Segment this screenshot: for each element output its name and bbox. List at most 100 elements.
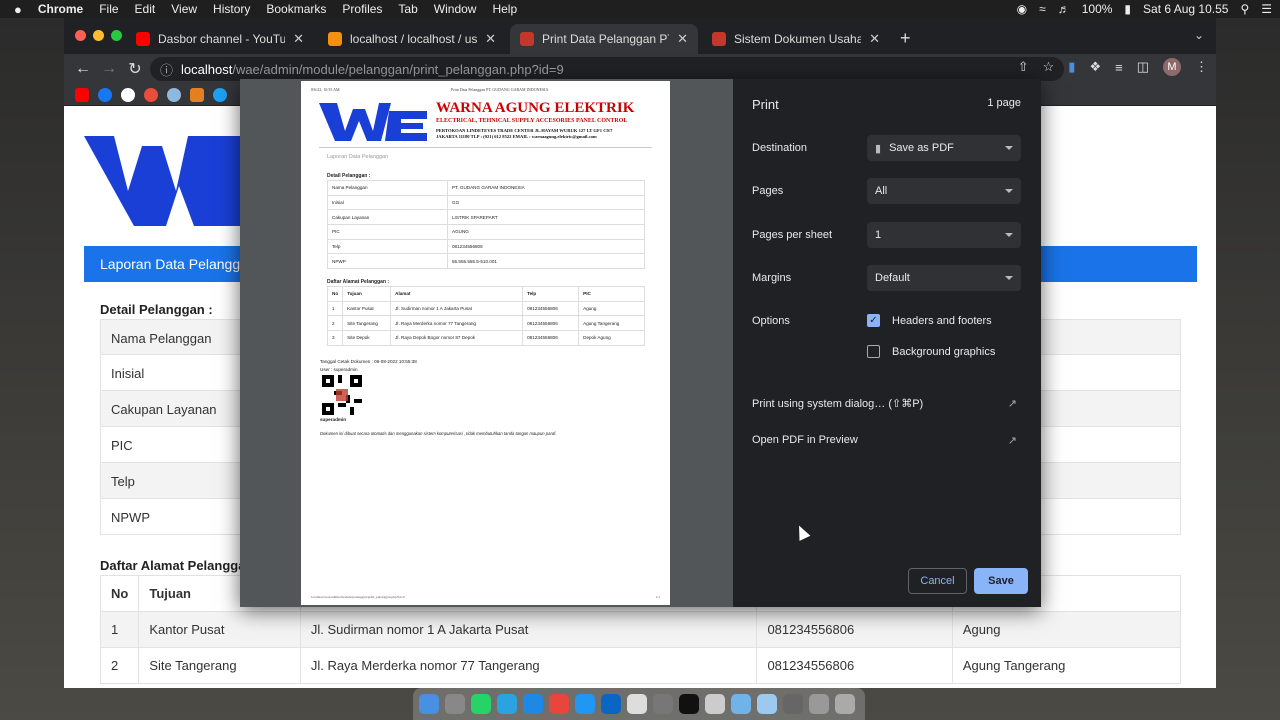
print-preview-pane[interactable]: 8/6/22, 10:55 AM Print Data Pelanggan PT… (240, 79, 733, 607)
cell: 081234556806 (756, 611, 953, 648)
bookmark-star-icon[interactable]: ☆ (1043, 59, 1055, 75)
spotlight-icon[interactable]: ⚲ (1240, 2, 1249, 16)
reload-icon[interactable]: ↻ (122, 59, 148, 79)
extensions-puzzle-icon[interactable]: ❖ (1089, 59, 1101, 75)
forward-icon[interactable]: → (96, 60, 122, 78)
pages-select[interactable]: All (867, 178, 1021, 204)
link-bookmark-icon[interactable] (144, 87, 158, 102)
trash-icon[interactable] (835, 694, 855, 714)
column-header: PIC (578, 286, 645, 302)
folder-icon[interactable] (809, 694, 829, 714)
pages-per-sheet-label: Pages per sheet (752, 229, 833, 241)
menu-window[interactable]: Window (426, 2, 485, 16)
folder-icon[interactable] (731, 694, 751, 714)
cell: Kantor Pusat (342, 300, 392, 317)
telegram-icon[interactable] (497, 694, 517, 714)
open-pdf-preview-link[interactable]: Open PDF in Preview (752, 434, 858, 446)
battery-percent[interactable]: 100% (1082, 2, 1113, 16)
menu-help[interactable]: Help (484, 2, 525, 16)
margins-select[interactable]: Default (867, 265, 1021, 291)
dock (413, 688, 865, 720)
menu-view[interactable]: View (163, 2, 205, 16)
tab-youtube-studio[interactable]: Dasbor channel - YouTube Studio ✕ (126, 24, 314, 54)
finder-icon[interactable] (419, 694, 439, 714)
mail-bookmark-icon[interactable] (190, 87, 204, 102)
launchpad-icon[interactable] (445, 694, 465, 714)
cell: 1 (99, 611, 140, 648)
tab-phpmyadmin[interactable]: localhost / localhost / usaha / p ✕ (318, 24, 506, 54)
close-tab-icon[interactable]: ✕ (293, 31, 304, 47)
cell: AGUNG (447, 224, 645, 240)
youtube-bookmark-icon[interactable] (75, 87, 89, 102)
menu-bookmarks[interactable]: Bookmarks (258, 2, 334, 16)
wifi-icon[interactable]: ≈ (1039, 2, 1046, 16)
menu-file[interactable]: File (91, 2, 126, 16)
cell: Depok Agung (578, 330, 645, 346)
destination-select[interactable]: ▮ Save as PDF (867, 135, 1021, 161)
cell: Agung (578, 300, 645, 317)
menu-profiles[interactable]: Profiles (334, 2, 390, 16)
zoom-window-button[interactable] (111, 30, 122, 41)
tab-search-icon[interactable]: ⌄ (1194, 28, 1204, 42)
web-bookmark-icon[interactable] (121, 87, 135, 102)
folder-icon[interactable] (783, 694, 803, 714)
safari-icon[interactable] (523, 694, 543, 714)
datetime[interactable]: Sat 6 Aug 10.55 (1143, 2, 1228, 16)
headers-footers-checkbox[interactable]: ✓ Headers and footers (867, 314, 992, 327)
share-icon[interactable]: ⇧ (1018, 59, 1029, 75)
chrome-menu-icon[interactable]: ⋮ (1195, 59, 1208, 75)
tab-print-data-pelanggan[interactable]: Print Data Pelanggan PT. GUDA ✕ (510, 24, 698, 54)
print-title: Print (752, 97, 779, 112)
pages-per-sheet-select[interactable]: 1 (867, 222, 1021, 248)
extension-icon[interactable]: ▮ (1068, 59, 1075, 75)
cancel-button[interactable]: Cancel (908, 568, 967, 594)
minimize-window-button[interactable] (93, 30, 104, 41)
menu-tab[interactable]: Tab (390, 2, 425, 16)
cloud-bookmark-icon[interactable] (167, 87, 181, 102)
settings-icon[interactable] (653, 694, 673, 714)
control-center-icon[interactable]: ☰ (1261, 2, 1272, 16)
external-link-icon[interactable]: ↗ (1008, 434, 1017, 447)
twitter-bookmark-icon[interactable] (213, 87, 227, 102)
checkmark-icon[interactable]: ✓ (867, 314, 880, 327)
record-icon[interactable]: ◉ (1017, 2, 1027, 16)
external-link-icon[interactable]: ↗ (1008, 397, 1017, 410)
app-store-icon[interactable] (575, 694, 595, 714)
app-menu[interactable]: Chrome (30, 2, 91, 16)
close-tab-icon[interactable]: ✕ (485, 31, 496, 47)
apple-menu-icon[interactable]: ● (0, 2, 30, 17)
tab-sistem-dokumen[interactable]: Sistem Dokumen Usaha ✕ (702, 24, 890, 54)
close-window-button[interactable] (75, 30, 86, 41)
reading-list-icon[interactable]: ≡ (1115, 60, 1123, 75)
checkbox-icon[interactable] (867, 345, 880, 358)
terminal-icon[interactable] (679, 694, 699, 714)
menu-edit[interactable]: Edit (127, 2, 164, 16)
side-panel-icon[interactable]: ◫ (1137, 59, 1149, 75)
new-tab-icon[interactable]: + (900, 28, 911, 49)
address-bar[interactable]: ⓘ localhost/wae/admin/module/pelanggan/p… (150, 57, 1064, 81)
chrome-icon[interactable] (549, 694, 569, 714)
menubar-status: ◉ ≈ ♬ 100% ▮ Sat 6 Aug 10.55 ⚲ ☰ (1017, 0, 1272, 18)
cell: 081234556806 (447, 238, 645, 255)
background-graphics-checkbox[interactable]: Background graphics (867, 345, 995, 358)
cell: 2 (99, 647, 140, 684)
preview-icon[interactable] (627, 694, 647, 714)
facebook-bookmark-icon[interactable] (98, 87, 112, 102)
cell: LISTRIK SPAREPART (447, 209, 645, 226)
menu-history[interactable]: History (205, 2, 258, 16)
whatsapp-icon[interactable] (471, 694, 491, 714)
profile-avatar[interactable]: M (1163, 58, 1181, 76)
close-tab-icon[interactable]: ✕ (869, 31, 880, 47)
vscode-icon[interactable] (601, 694, 621, 714)
system-dialog-link[interactable]: Print using system dialog… (⇧⌘P) (752, 397, 923, 410)
tab-title: Sistem Dokumen Usaha (734, 32, 862, 46)
utility-icon[interactable] (705, 694, 725, 714)
volume-icon[interactable]: ♬ (1058, 2, 1070, 16)
back-icon[interactable]: ← (70, 60, 96, 78)
table-row: Nama Pelanggan PT. GUDANG GARAM INDONESIA (327, 180, 645, 196)
close-tab-icon[interactable]: ✕ (677, 31, 688, 47)
cell: 2 (326, 315, 344, 332)
folder-icon[interactable] (757, 694, 777, 714)
site-info-icon[interactable]: ⓘ (160, 60, 173, 79)
save-button[interactable]: Save (974, 568, 1028, 594)
